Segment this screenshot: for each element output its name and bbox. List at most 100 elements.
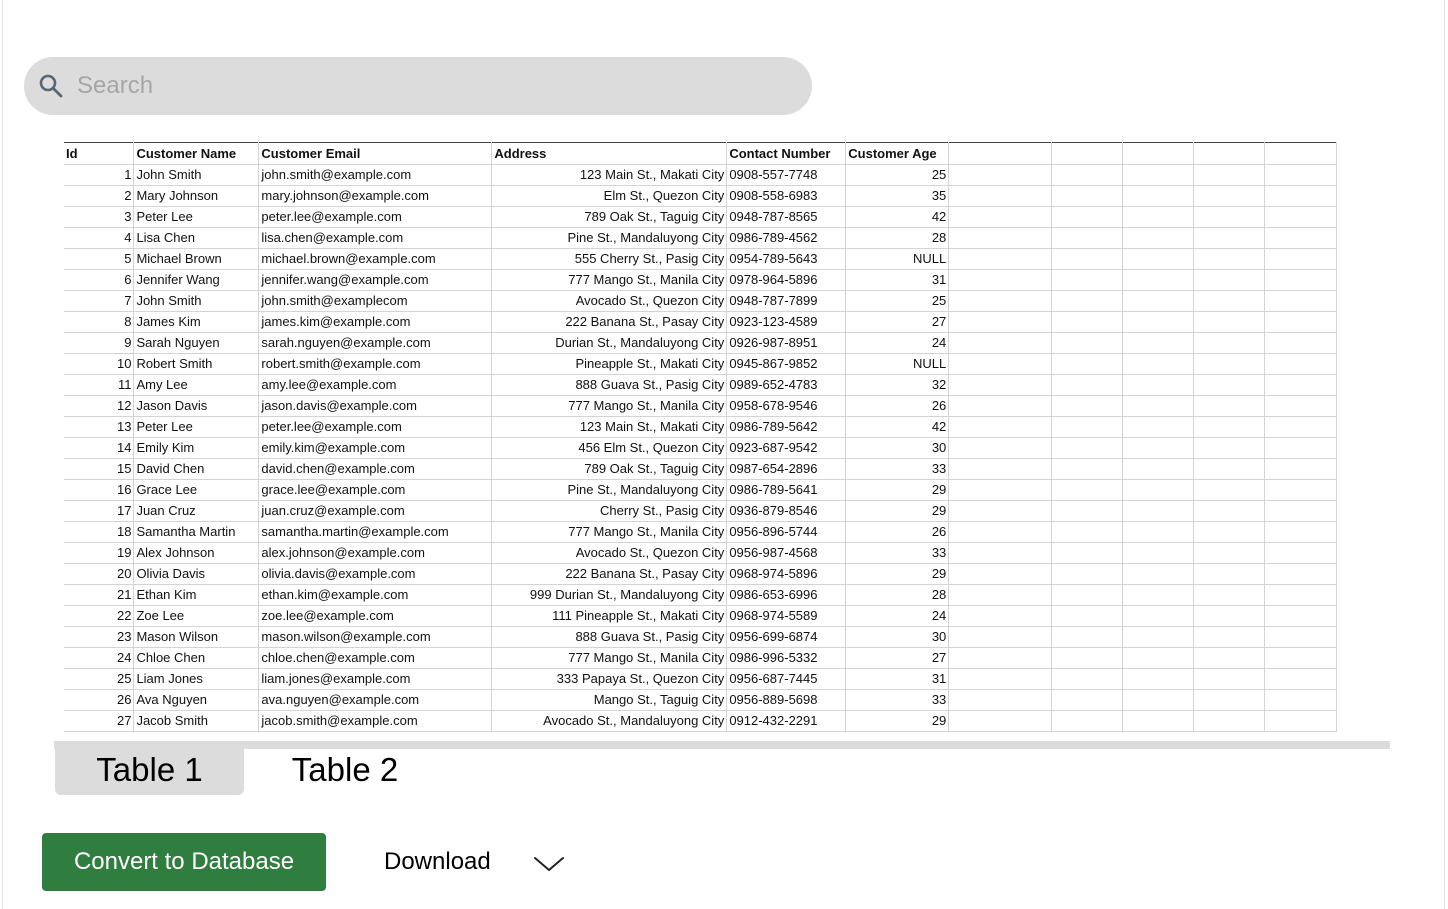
empty-cell[interactable] [1051,605,1124,627]
empty-cell[interactable] [1264,647,1337,669]
table-cell[interactable]: 31 [845,668,950,690]
column-header[interactable]: Id [64,142,135,165]
table-cell[interactable]: 555 Cherry St., Pasig City [491,248,728,270]
empty-cell[interactable] [1264,710,1337,732]
table-cell[interactable]: 27 [64,710,135,732]
table-cell[interactable]: 33 [845,458,950,480]
tab-table-2[interactable]: Table 2 [252,744,438,795]
empty-cell[interactable] [1193,395,1265,417]
table-cell[interactable]: 14 [64,437,135,459]
table-cell[interactable]: 26 [845,521,950,543]
table-cell[interactable]: ethan.kim@example.com [258,584,493,606]
table-cell[interactable]: 0958-678-9546 [726,395,847,417]
empty-cell[interactable] [1193,227,1265,249]
table-cell[interactable]: NULL [845,353,950,375]
empty-cell[interactable] [1122,710,1195,732]
table-cell[interactable]: Amy Lee [133,374,260,396]
empty-cell[interactable] [948,437,1053,459]
empty-cell[interactable] [1051,458,1124,480]
table-cell[interactable]: emily.kim@example.com [258,437,493,459]
empty-cell[interactable] [1264,332,1337,354]
empty-cell[interactable] [1122,185,1195,207]
empty-cell[interactable] [1264,542,1337,564]
empty-cell[interactable] [1264,689,1337,711]
table-cell[interactable]: 0954-789-5643 [726,248,847,270]
table-cell[interactable]: 31 [845,269,950,291]
empty-cell[interactable] [1051,227,1124,249]
table-cell[interactable]: Olivia Davis [133,563,260,585]
table-cell[interactable]: 0968-974-5589 [726,605,847,627]
empty-cell[interactable] [1051,521,1124,543]
table-cell[interactable]: grace.lee@example.com [258,479,493,501]
table-cell[interactable]: robert.smith@example.com [258,353,493,375]
table-cell[interactable]: 7 [64,290,135,312]
table-cell[interactable]: peter.lee@example.com [258,416,493,438]
table-cell[interactable]: 24 [845,605,950,627]
table-cell[interactable]: alex.johnson@example.com [258,542,493,564]
empty-cell[interactable] [1193,269,1265,291]
table-cell[interactable]: 1 [64,164,135,186]
table-cell[interactable]: michael.brown@example.com [258,248,493,270]
empty-cell[interactable] [948,584,1053,606]
table-cell[interactable]: 2 [64,185,135,207]
empty-cell[interactable] [1051,689,1124,711]
table-cell[interactable]: 25 [64,668,135,690]
table-cell[interactable]: Grace Lee [133,479,260,501]
table-cell[interactable]: Durian St., Mandaluyong City [491,332,728,354]
table-cell[interactable]: 9 [64,332,135,354]
table-cell[interactable]: 0986-789-4562 [726,227,847,249]
table-cell[interactable]: Zoe Lee [133,605,260,627]
table-cell[interactable]: 26 [845,395,950,417]
table-cell[interactable]: John Smith [133,290,260,312]
table-cell[interactable]: Pineapple St., Makati City [491,353,728,375]
table-cell[interactable]: lisa.chen@example.com [258,227,493,249]
empty-cell[interactable] [1122,206,1195,228]
table-cell[interactable]: amy.lee@example.com [258,374,493,396]
table-cell[interactable]: 0968-974-5896 [726,563,847,585]
empty-cell[interactable] [1193,605,1265,627]
table-cell[interactable]: jennifer.wang@example.com [258,269,493,291]
table-cell[interactable]: 16 [64,479,135,501]
empty-cell[interactable] [1122,248,1195,270]
empty-cell[interactable] [1193,668,1265,690]
empty-cell[interactable] [1193,248,1265,270]
empty-cell[interactable] [1264,458,1337,480]
empty-cell[interactable] [1051,416,1124,438]
empty-cell[interactable] [948,710,1053,732]
empty-cell[interactable] [948,227,1053,249]
empty-cell[interactable] [1193,647,1265,669]
table-cell[interactable]: jacob.smith@example.com [258,710,493,732]
table-cell[interactable]: Jason Davis [133,395,260,417]
table-cell[interactable]: Ava Nguyen [133,689,260,711]
empty-cell[interactable] [1264,479,1337,501]
empty-cell[interactable] [948,395,1053,417]
table-cell[interactable]: jason.davis@example.com [258,395,493,417]
table-cell[interactable]: 0956-987-4568 [726,542,847,564]
table-cell[interactable]: 789 Oak St., Taguig City [491,206,728,228]
empty-cell[interactable] [1193,142,1265,165]
table-cell[interactable]: 42 [845,416,950,438]
table-cell[interactable]: liam.jones@example.com [258,668,493,690]
table-cell[interactable]: Cherry St., Pasig City [491,500,728,522]
table-cell[interactable]: Ethan Kim [133,584,260,606]
table-cell[interactable]: 21 [64,584,135,606]
table-cell[interactable]: 777 Mango St., Manila City [491,647,728,669]
empty-cell[interactable] [1264,395,1337,417]
table-cell[interactable]: John Smith [133,164,260,186]
empty-cell[interactable] [948,332,1053,354]
table-cell[interactable]: 24 [64,647,135,669]
table-cell[interactable]: Samantha Martin [133,521,260,543]
table-cell[interactable]: 29 [845,479,950,501]
empty-cell[interactable] [1264,353,1337,375]
empty-cell[interactable] [1264,605,1337,627]
empty-cell[interactable] [1264,584,1337,606]
table-cell[interactable]: 3 [64,206,135,228]
empty-cell[interactable] [1264,500,1337,522]
empty-cell[interactable] [1051,332,1124,354]
chevron-down-icon[interactable] [532,852,566,874]
empty-cell[interactable] [1193,500,1265,522]
table-cell[interactable]: 0978-964-5896 [726,269,847,291]
table-cell[interactable]: 12 [64,395,135,417]
table-cell[interactable]: Liam Jones [133,668,260,690]
table-cell[interactable]: 5 [64,248,135,270]
